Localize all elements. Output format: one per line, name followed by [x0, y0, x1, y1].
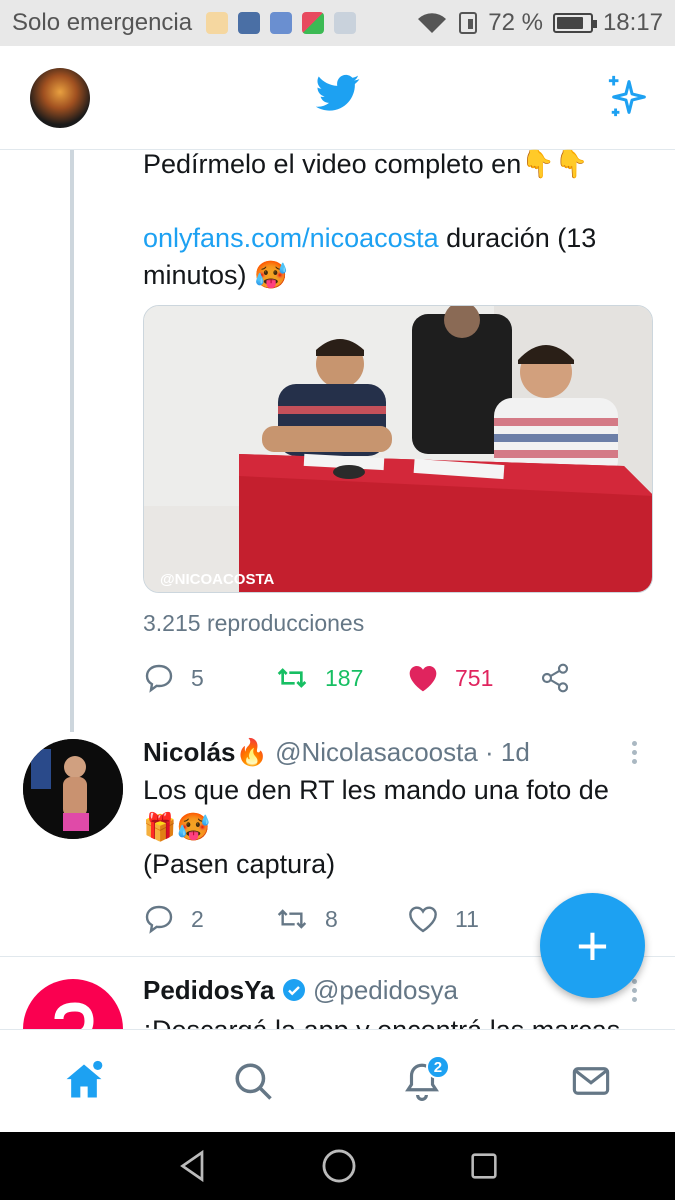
tweet-link[interactable]: onlyfans.com/nicoacosta — [143, 223, 439, 253]
user-avatar[interactable] — [23, 739, 123, 839]
twitter-bird-icon[interactable] — [316, 74, 360, 112]
status-bar: Solo emergencia 72 % 18:17 — [0, 0, 675, 46]
plus-icon: + — [576, 913, 609, 977]
sim-icon — [459, 12, 478, 34]
retweet-button[interactable]: 187 — [275, 662, 407, 694]
tweet-header: Nicolás🔥 @Nicolasacoosta · 1d — [143, 737, 530, 768]
nav-search[interactable] — [223, 1051, 283, 1111]
view-count[interactable]: 3.215 reproducciones — [143, 610, 364, 637]
like-count: 11 — [455, 905, 479, 932]
notification-icons — [206, 12, 357, 34]
tweet-text-line: Pedírmelo el video completo en👇👇 — [143, 149, 589, 179]
tweet-text-line: (Pasen captura) — [143, 849, 336, 879]
battery-icon — [552, 13, 597, 33]
like-button[interactable]: 11 — [407, 904, 539, 934]
clock: 18:17 — [602, 9, 663, 36]
tweet-text[interactable]: Pedírmelo el video completo en👇👇 onlyfan… — [143, 146, 653, 294]
reply-icon — [145, 664, 173, 693]
video-watermark: @NICOACOSTA — [160, 571, 275, 588]
share-icon — [541, 663, 569, 693]
phone-app-icon — [238, 12, 261, 34]
reply-count: 2 — [191, 905, 204, 932]
user-handle[interactable]: @pedidosya — [313, 975, 458, 1005]
carrier-label: Solo emergencia — [12, 9, 193, 36]
system-navigation-bar — [0, 1132, 675, 1200]
share-button[interactable] — [539, 662, 571, 694]
video-thumbnail: @NICOACOSTA — [144, 306, 652, 592]
user-display-name[interactable]: PedidosYa — [143, 975, 275, 1005]
nav-notifications[interactable]: 2 — [392, 1051, 452, 1111]
verified-badge-icon — [282, 979, 305, 1001]
messages-icon — [572, 1067, 609, 1095]
tweet-actions: 2 8 11 — [143, 899, 603, 939]
retweet-count: 187 — [325, 664, 364, 691]
mail-app-icon — [334, 12, 357, 34]
retweet-count: 8 — [325, 905, 338, 932]
user-display-name[interactable]: Nicolás🔥 — [143, 737, 268, 767]
tweet-text: Los que den RT les mando una foto de 🎁🥵 … — [143, 772, 653, 883]
notification-badge: 2 — [425, 1055, 450, 1079]
nav-messages[interactable] — [561, 1051, 621, 1111]
more-options-icon[interactable] — [632, 741, 640, 768]
reply-icon — [145, 905, 173, 934]
user-handle[interactable]: @Nicolasacoosta — [275, 737, 478, 767]
health-app-icon — [270, 12, 293, 34]
profile-avatar[interactable] — [30, 68, 90, 128]
tweet-text-line: Los que den RT les mando una foto de — [143, 775, 609, 805]
like-button[interactable]: 751 — [407, 663, 539, 693]
recents-icon[interactable] — [467, 1149, 501, 1183]
top-app-bar — [0, 46, 675, 150]
play-games-icon — [302, 12, 325, 34]
tweet-actions: 5 187 751 — [143, 658, 603, 698]
reply-button[interactable]: 5 — [143, 662, 275, 694]
reply-count: 5 — [191, 664, 204, 691]
tweet-text-line: 🎁🥵 — [143, 812, 211, 842]
tweet-video[interactable]: @NICOACOSTA — [143, 305, 653, 593]
home-circle-icon[interactable] — [320, 1147, 358, 1185]
nav-home[interactable] — [54, 1051, 114, 1111]
wifi-icon — [418, 13, 447, 33]
battery-percent: 72 % — [488, 9, 543, 36]
heart-filled-icon — [409, 666, 437, 692]
compose-tweet-button[interactable]: + — [540, 893, 645, 998]
more-options-icon[interactable] — [632, 979, 640, 1006]
home-icon — [66, 1060, 103, 1098]
retweet-icon — [277, 909, 307, 929]
reply-button[interactable]: 2 — [143, 903, 275, 935]
retweet-icon — [277, 668, 307, 688]
bottom-navigation: 2 — [0, 1029, 675, 1132]
tweet-header: PedidosYa @pedidosya — [143, 975, 458, 1006]
heart-outline-icon — [409, 906, 437, 933]
hand-app-icon — [206, 12, 229, 34]
sparkle-icon[interactable] — [606, 74, 652, 120]
tweet-text-line: ¡Descargá la app y encontrá las marcas — [143, 1012, 653, 1029]
search-icon — [235, 1063, 272, 1100]
like-count: 751 — [455, 664, 494, 691]
retweet-button[interactable]: 8 — [275, 903, 407, 935]
user-avatar[interactable] — [23, 979, 123, 1029]
tweet-timestamp: · 1d — [477, 737, 530, 767]
back-icon[interactable] — [175, 1148, 211, 1184]
thread-connector — [70, 150, 74, 732]
